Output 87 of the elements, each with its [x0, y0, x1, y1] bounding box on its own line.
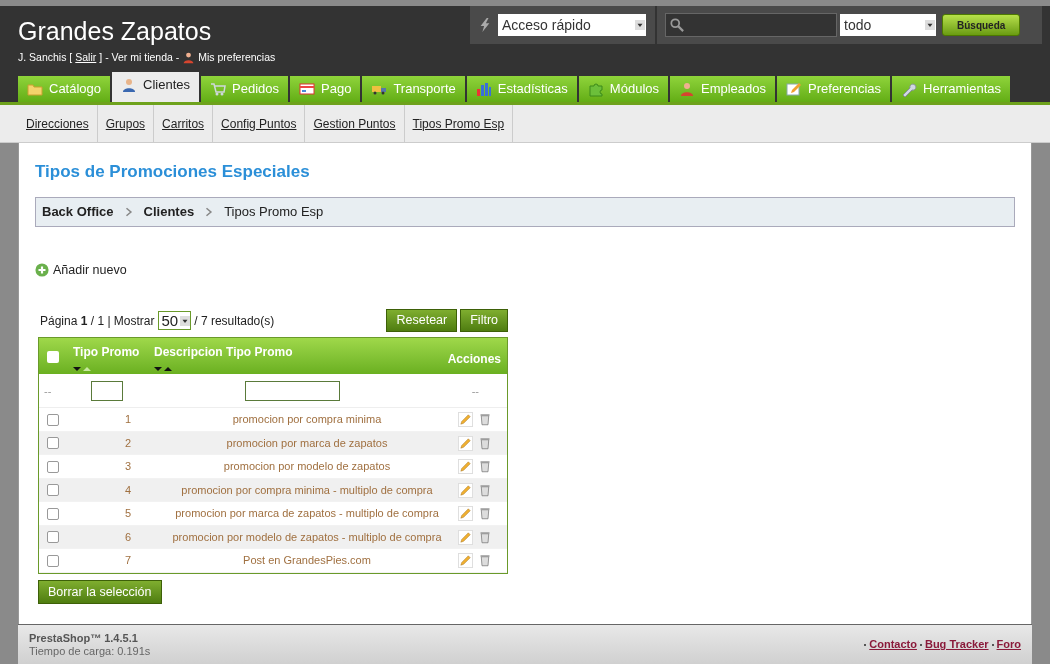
column-header: Acciones [447, 351, 501, 369]
shop-title: Grandes Zapatos [18, 16, 212, 46]
table-cell-text: promocion por modelo de zapatos - multiplo de compra [172, 529, 442, 545]
table-cell-text: 6 [124, 529, 132, 545]
version-text: PrestaShop™ 1.4.5.1 [29, 631, 139, 645]
load-time-text: Tiempo de carga: 0.191s [29, 644, 151, 658]
row-checkbox[interactable] [47, 437, 59, 449]
table-cell-text: 1 [124, 412, 132, 428]
person-icon [182, 50, 196, 64]
breadcrumb-item[interactable]: Tipos Promo Esp [224, 201, 324, 222]
table-cell-text: 4 [124, 482, 132, 498]
delete-selected-button[interactable]: Borrar la selección [38, 580, 162, 605]
edit-icon[interactable] [458, 553, 473, 568]
bar-chart-icon [475, 81, 492, 97]
row-checkbox[interactable] [47, 554, 59, 567]
search-field[interactable] [665, 13, 837, 37]
wrench-icon [901, 81, 918, 97]
results-count: / 7 resultado(s) [194, 312, 275, 330]
person-icon [679, 81, 695, 97]
person-icon [121, 77, 138, 93]
user-info-text: J. Sanchis [ [18, 50, 73, 64]
lightning-icon [478, 16, 492, 34]
cart-icon [210, 81, 226, 97]
subnav-link[interactable]: Gestion Puntos [305, 105, 405, 142]
table-cell-text: 3 [124, 459, 132, 475]
puzzle-icon [587, 81, 604, 97]
subnav-link[interactable]: Grupos [97, 105, 155, 142]
search-icon [670, 18, 684, 32]
select-all-checkbox[interactable] [47, 351, 59, 364]
pagination-text: Página 1 / 1 | Mostrar [40, 312, 155, 330]
edit-icon[interactable] [458, 482, 473, 498]
table-cell-text: promocion por compra minima [232, 412, 382, 428]
trash-icon[interactable] [479, 529, 491, 545]
row-checkbox[interactable] [47, 413, 59, 426]
footer-link[interactable]: Contacto [869, 636, 917, 653]
card-icon [299, 81, 315, 97]
breadcrumb-item[interactable]: Back Office [42, 201, 114, 222]
table-cell-text: 2 [124, 435, 132, 451]
table-cell-text: 7 [124, 553, 132, 569]
caret-icon [180, 313, 191, 328]
empty-cell-text: -- [471, 384, 479, 397]
footer-link[interactable]: Foro [996, 636, 1021, 653]
nav-tab[interactable]: Clientes [112, 72, 199, 102]
search-button[interactable]: Búsqueda [942, 14, 1021, 36]
trash-icon[interactable] [479, 482, 491, 498]
table-cell-text: promocion por compra minima - multiplo de compra [181, 482, 433, 498]
empty-cell-text: -- [44, 384, 52, 397]
trash-icon[interactable] [479, 459, 491, 474]
trash-icon[interactable] [479, 412, 491, 427]
table-cell-text: 5 [124, 506, 132, 522]
edit-icon[interactable] [458, 529, 473, 545]
row-checkbox[interactable] [47, 531, 59, 543]
page-title: Tipos de Promociones Especiales [35, 161, 310, 183]
trash-icon[interactable] [479, 506, 491, 521]
search-scope-dropdown[interactable]: todo [840, 14, 936, 36]
filter-button[interactable]: Resetear [386, 309, 458, 333]
subnav-link[interactable]: Config Puntos [213, 105, 306, 142]
breadcrumb-item[interactable]: Clientes [143, 201, 195, 222]
quick-access-dropdown[interactable]: Acceso rápido [498, 14, 646, 36]
subnav-link[interactable]: Tipos Promo Esp [404, 105, 514, 142]
row-checkbox[interactable] [47, 484, 59, 496]
table-cell-text: promocion por marca de zapatos [226, 435, 388, 451]
edit-icon[interactable] [458, 506, 473, 521]
edit-icon[interactable] [458, 435, 473, 451]
subnav-link[interactable]: Direcciones [18, 105, 98, 142]
trash-icon[interactable] [479, 435, 491, 451]
pencil-icon [786, 81, 803, 97]
row-checkbox[interactable] [47, 460, 59, 473]
edit-icon[interactable] [458, 412, 473, 427]
add-icon [35, 262, 49, 277]
table-cell-text: promocion por modelo de zapatos [223, 459, 391, 475]
filter-input[interactable] [91, 380, 123, 401]
footer-link[interactable]: Bug Tracker [924, 636, 989, 653]
table-cell-text: Post en GrandesPies.com [243, 553, 371, 569]
preferences-link[interactable]: Mis preferencias [198, 50, 276, 64]
add-new-link[interactable]: Añadir nuevo [53, 260, 127, 280]
row-checkbox[interactable] [47, 507, 59, 520]
per-page-dropdown[interactable]: 50 [157, 311, 192, 331]
edit-icon[interactable] [458, 459, 473, 474]
folder-icon [27, 81, 43, 97]
table-cell-text: promocion por marca de zapatos - multiplo de compra [175, 506, 439, 522]
logout-link[interactable]: Salir [75, 50, 97, 64]
chevron-right-icon [123, 205, 134, 218]
filter-input[interactable] [245, 380, 340, 401]
trash-icon[interactable] [479, 553, 491, 568]
subnav-link[interactable]: Carritos [154, 105, 214, 142]
user-info-text: ] - Ver mi tienda - [99, 50, 180, 64]
